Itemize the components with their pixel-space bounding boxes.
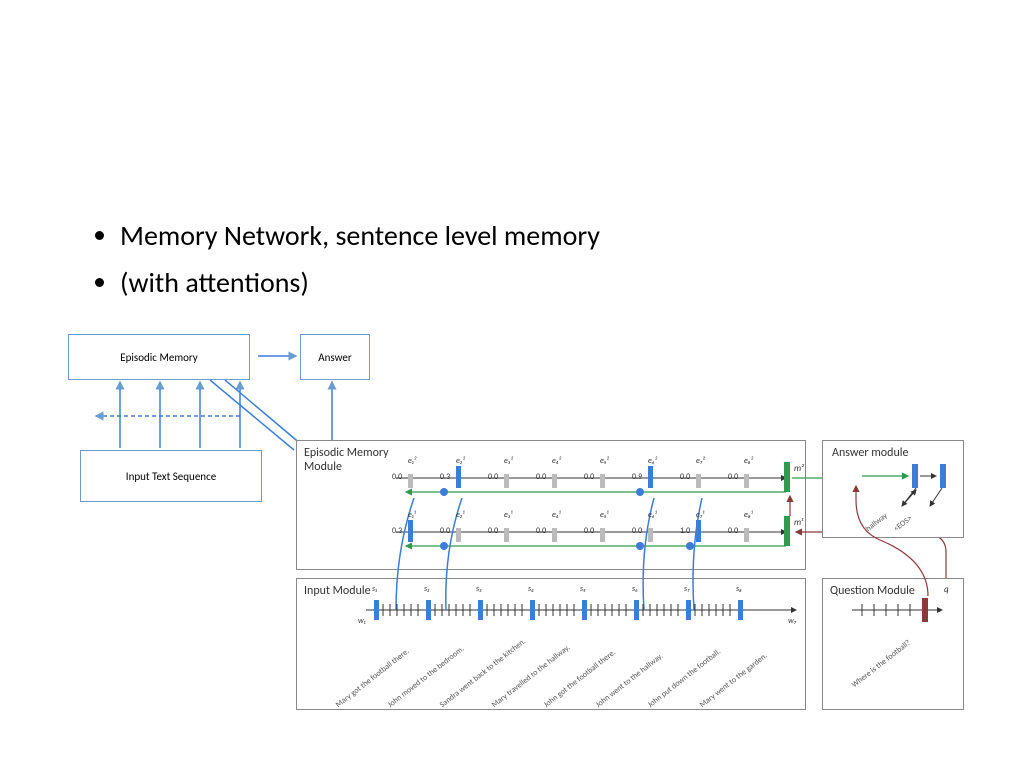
attn-value: 0.0 — [536, 472, 546, 482]
s-label: s₈ — [736, 584, 742, 594]
attn-bar — [454, 518, 464, 544]
attn-value: 0.0 — [584, 526, 594, 536]
attn-bar — [502, 464, 512, 490]
attn-bar — [646, 464, 656, 490]
attn-value: 0.0 — [680, 472, 690, 482]
bullet-1: Memory Network, sentence level memory — [120, 218, 600, 253]
attn-value: 0.9 — [632, 472, 642, 482]
bullet-2: (with attentions) — [120, 265, 600, 300]
s-bar — [685, 598, 693, 622]
s-bar — [581, 598, 589, 622]
s-bar — [633, 598, 641, 622]
attn-bar — [406, 518, 416, 544]
attn-value: 0.0 — [536, 526, 546, 536]
attn-value: 0.0 — [632, 526, 642, 536]
s-bar — [737, 598, 745, 622]
attn-bar — [742, 518, 752, 544]
attn-bar — [646, 518, 656, 544]
attn-bar — [598, 518, 608, 544]
attn-value: 0.0 — [728, 526, 738, 536]
s-label: s₇ — [684, 584, 690, 594]
attn-bar — [694, 518, 704, 544]
attn-value: 0.0 — [392, 472, 402, 482]
s-bar — [373, 598, 381, 622]
attn-bar — [550, 464, 560, 490]
attn-bar — [694, 464, 704, 490]
s-bar — [477, 598, 485, 622]
attn-bar — [406, 464, 416, 490]
s-bar — [529, 598, 537, 622]
s-label: s₄ — [528, 584, 534, 594]
attn-bar — [550, 518, 560, 544]
attn-value: 0.0 — [440, 526, 450, 536]
attn-value: 0.0 — [728, 472, 738, 482]
s-label: s₁ — [372, 584, 377, 594]
s-label: s₃ — [476, 584, 482, 594]
attn-value: 0.0 — [584, 472, 594, 482]
attn-value: 1.0 — [680, 526, 690, 536]
s-label: s₂ — [424, 584, 430, 594]
attn-bar — [742, 464, 752, 490]
s-label: s₅ — [580, 584, 586, 594]
attn-value: 0.0 — [488, 472, 498, 482]
attn-value: 0.3 — [392, 526, 402, 536]
attn-value: 0.3 — [440, 472, 450, 482]
bullet-list: Memory Network, sentence level memory (w… — [80, 218, 600, 312]
attn-bar — [502, 518, 512, 544]
attn-value: 0.0 — [488, 526, 498, 536]
attn-bar — [598, 464, 608, 490]
s-bar — [425, 598, 433, 622]
s-label: s₆ — [632, 584, 638, 594]
attn-bar — [454, 464, 464, 490]
question-to-answer — [820, 440, 970, 640]
